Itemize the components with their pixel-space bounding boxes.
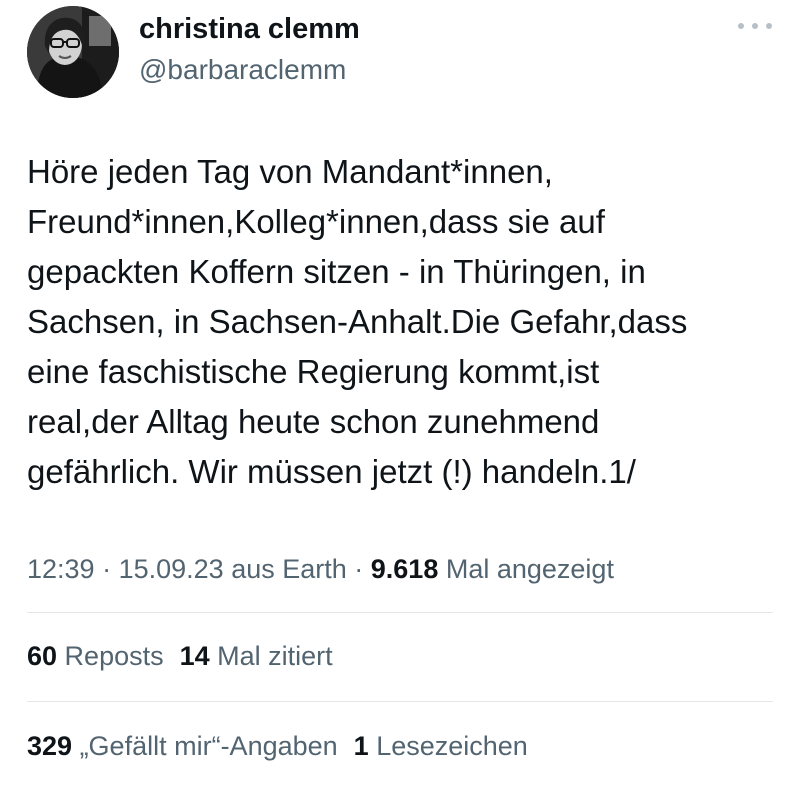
tweet-meta: 12:39 · 15.09.23 aus Earth · 9.618 Mal a… <box>27 549 614 589</box>
tweet-text: Höre jeden Tag von Mandant*innen, Freund… <box>27 147 772 497</box>
reposts-link[interactable]: 60 Reposts <box>27 641 164 671</box>
quotes-link[interactable]: 14 Mal zitiert <box>180 641 333 671</box>
likes-count: 329 <box>27 731 73 761</box>
more-horizontal-icon <box>752 23 758 29</box>
tweet-text-line: Freund*innen,Kolleg*innen,dass sie auf <box>27 203 605 240</box>
avatar[interactable] <box>27 6 119 98</box>
likes-link[interactable]: 329 „Gefällt mir“-Angaben <box>27 731 338 761</box>
profile-photo <box>27 6 119 98</box>
tweet-text-line: Höre jeden Tag von Mandant*innen, <box>27 153 553 190</box>
username-handle[interactable]: @barbaraclemm <box>139 52 346 88</box>
bookmarks-label: Lesezeichen <box>368 731 528 761</box>
tweet-date[interactable]: 15.09.23 <box>119 554 224 584</box>
display-name[interactable]: christina clemm <box>139 10 360 48</box>
divider <box>27 701 773 702</box>
tweet-text-line: gefährlich. Wir müssen jetzt (!) handeln… <box>27 453 636 490</box>
bookmarks-link[interactable]: 1 Lesezeichen <box>354 731 528 761</box>
tweet-time[interactable]: 12:39 <box>27 554 95 584</box>
meta-separator: · <box>94 554 119 584</box>
quotes-count: 14 <box>179 641 210 671</box>
bookmarks-count: 1 <box>353 731 369 761</box>
meta-separator: · <box>346 554 371 584</box>
likes-label: „Gefällt mir“-Angaben <box>72 731 338 761</box>
reposts-count: 60 <box>27 641 58 671</box>
reposts-label: Reposts <box>57 641 164 671</box>
repost-stats: 60 Reposts 14 Mal zitiert <box>27 636 333 676</box>
more-options-button[interactable] <box>738 14 772 38</box>
like-stats: 329 „Gefällt mir“-Angaben 1 Lesezeichen <box>27 726 528 766</box>
views-count: 9.618 <box>370 554 439 584</box>
tweet-source: aus Earth <box>223 554 347 584</box>
tweet-text-line: gepackten Koffern sitzen - in Thüringen,… <box>27 253 646 290</box>
tweet-text-line: real,der Alltag heute schon zunehmend <box>27 403 600 440</box>
more-horizontal-icon <box>766 23 772 29</box>
views-label: Mal angezeigt <box>438 554 614 584</box>
more-horizontal-icon <box>738 23 744 29</box>
tweet-text-line: eine faschistische Regierung kommt,ist <box>27 353 600 390</box>
quotes-label: Mal zitiert <box>209 641 333 671</box>
tweet-text-line: Sachsen, in Sachsen-Anhalt.Die Gefahr,da… <box>27 303 688 340</box>
divider <box>27 612 773 613</box>
